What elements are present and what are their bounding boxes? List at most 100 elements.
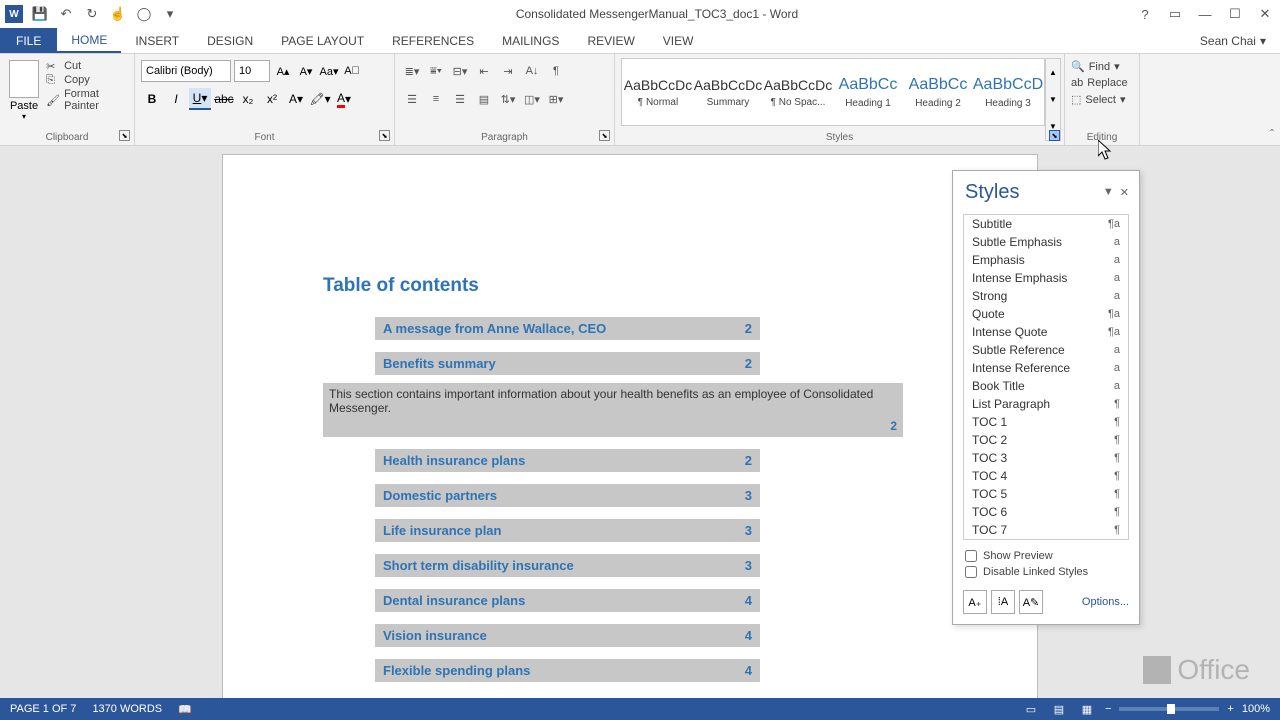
- styles-pane-item[interactable]: TOC 5¶: [964, 485, 1128, 503]
- tab-insert[interactable]: INSERT: [121, 28, 193, 53]
- save-icon[interactable]: 💾: [31, 5, 49, 23]
- styles-pane-item[interactable]: TOC 6¶: [964, 503, 1128, 521]
- qat-customize-icon[interactable]: ▾: [161, 5, 179, 23]
- tab-design[interactable]: DESIGN: [193, 28, 267, 53]
- undo-icon[interactable]: ↶: [57, 5, 75, 23]
- change-case-icon[interactable]: Aa▾: [319, 61, 339, 81]
- page-indicator[interactable]: PAGE 1 OF 7: [10, 703, 76, 716]
- font-launcher-icon[interactable]: ⬊: [379, 130, 390, 141]
- format-painter-button[interactable]: 🖌Format Painter: [46, 88, 128, 112]
- styles-options-link[interactable]: Options...: [1082, 596, 1129, 608]
- tab-home[interactable]: HOME: [57, 28, 121, 53]
- new-style-button[interactable]: A₊: [963, 590, 987, 614]
- styles-pane-item[interactable]: Book Titlea: [964, 377, 1128, 395]
- strikethrough-button[interactable]: abc: [213, 88, 235, 110]
- style-gallery-item[interactable]: AaBbCcHeading 1: [834, 61, 902, 123]
- tab-references[interactable]: REFERENCES: [378, 28, 488, 53]
- styles-pane-item[interactable]: Subtle Referencea: [964, 341, 1128, 359]
- zoom-level[interactable]: 100%: [1242, 703, 1270, 715]
- proofing-icon[interactable]: 📖: [178, 703, 192, 716]
- find-button[interactable]: 🔍Find ▾: [1071, 58, 1133, 75]
- print-layout-icon[interactable]: ▤: [1049, 701, 1069, 717]
- close-icon[interactable]: ✕: [1255, 4, 1275, 24]
- show-preview-checkbox[interactable]: Show Preview: [965, 548, 1127, 564]
- cut-button[interactable]: ✂Cut: [46, 60, 128, 72]
- align-center-icon[interactable]: ≡: [425, 88, 447, 110]
- maximize-icon[interactable]: ☐: [1225, 4, 1245, 24]
- increase-indent-icon[interactable]: ⇥: [497, 60, 519, 82]
- styles-pane-item[interactable]: TOC 7¶: [964, 521, 1128, 539]
- grow-font-icon[interactable]: A▴: [273, 61, 293, 81]
- highlight-icon[interactable]: 🖍▾: [309, 88, 331, 110]
- styles-pane-item[interactable]: TOC 3¶: [964, 449, 1128, 467]
- redo-icon[interactable]: ↻: [83, 5, 101, 23]
- styles-pane-item[interactable]: TOC 1¶: [964, 413, 1128, 431]
- styles-scroll-up-icon[interactable]: ▲: [1046, 59, 1060, 86]
- styles-pane-item[interactable]: Emphasisa: [964, 251, 1128, 269]
- align-right-icon[interactable]: ☰: [449, 88, 471, 110]
- align-left-icon[interactable]: ☰: [401, 88, 423, 110]
- styles-pane-item[interactable]: Subtitle¶a: [964, 215, 1128, 233]
- copy-button[interactable]: ⎘Copy: [46, 74, 128, 86]
- sort-icon[interactable]: A↓: [521, 60, 543, 82]
- style-gallery-item[interactable]: AaBbCcHeading 2: [904, 61, 972, 123]
- ribbon-display-icon[interactable]: ▭: [1165, 4, 1185, 24]
- bold-button[interactable]: B: [141, 88, 163, 110]
- font-size-select[interactable]: [234, 60, 270, 82]
- styles-scroll-down-icon[interactable]: ▼: [1046, 86, 1060, 113]
- borders-icon[interactable]: ⊞▾: [545, 88, 567, 110]
- qat-more-icon[interactable]: ◯: [135, 5, 153, 23]
- help-icon[interactable]: ?: [1135, 4, 1155, 24]
- tab-mailings[interactable]: MAILINGS: [488, 28, 573, 53]
- zoom-in-icon[interactable]: +: [1227, 703, 1233, 715]
- tab-file[interactable]: FILE: [0, 28, 57, 53]
- styles-pane-item[interactable]: TOC 4¶: [964, 467, 1128, 485]
- tab-review[interactable]: REVIEW: [573, 28, 648, 53]
- collapse-ribbon-icon[interactable]: ˆ: [1270, 127, 1274, 141]
- subscript-button[interactable]: x₂: [237, 88, 259, 110]
- superscript-button[interactable]: x²: [261, 88, 283, 110]
- clipboard-launcher-icon[interactable]: ⬊: [119, 130, 130, 141]
- numbering-icon[interactable]: ⩸▾: [425, 60, 447, 82]
- styles-pane-item[interactable]: Intense Quote¶a: [964, 323, 1128, 341]
- font-color-icon[interactable]: A▾: [333, 88, 355, 110]
- style-inspector-button[interactable]: ⁞A: [991, 590, 1015, 614]
- user-account[interactable]: Sean Chai ▾: [1186, 28, 1280, 53]
- paste-button[interactable]: Paste ▾: [6, 58, 42, 128]
- styles-pane-close-icon[interactable]: ✕: [1120, 186, 1129, 199]
- styles-pane-item[interactable]: List Paragraph¶: [964, 395, 1128, 413]
- zoom-slider[interactable]: [1119, 707, 1219, 711]
- styles-pane-item[interactable]: TOC 2¶: [964, 431, 1128, 449]
- paragraph-launcher-icon[interactable]: ⬊: [599, 130, 610, 141]
- styles-pane-item[interactable]: Stronga: [964, 287, 1128, 305]
- style-gallery-item[interactable]: AaBbCcDcSummary: [694, 61, 762, 123]
- justify-icon[interactable]: ▤: [473, 88, 495, 110]
- select-button[interactable]: ⬚Select ▾: [1071, 91, 1133, 108]
- shading-icon[interactable]: ◫▾: [521, 88, 543, 110]
- styles-pane-item[interactable]: Intense Referencea: [964, 359, 1128, 377]
- line-spacing-icon[interactable]: ⇅▾: [497, 88, 519, 110]
- manage-styles-button[interactable]: A✎: [1019, 590, 1043, 614]
- multilevel-list-icon[interactable]: ⊟▾: [449, 60, 471, 82]
- minimize-icon[interactable]: —: [1195, 4, 1215, 24]
- font-name-select[interactable]: [141, 60, 231, 82]
- decrease-indent-icon[interactable]: ⇤: [473, 60, 495, 82]
- show-marks-icon[interactable]: ¶: [545, 60, 567, 82]
- shrink-font-icon[interactable]: A▾: [296, 61, 316, 81]
- tab-page-layout[interactable]: PAGE LAYOUT: [267, 28, 378, 53]
- italic-button[interactable]: I: [165, 88, 187, 110]
- style-gallery-item[interactable]: AaBbCcDc¶ No Spac...: [764, 61, 832, 123]
- clear-formatting-icon[interactable]: A⃠: [342, 61, 362, 81]
- zoom-out-icon[interactable]: −: [1105, 703, 1111, 715]
- styles-launcher-icon[interactable]: ⬊: [1049, 130, 1060, 141]
- disable-linked-checkbox[interactable]: Disable Linked Styles: [965, 564, 1127, 580]
- styles-pane-item[interactable]: Quote¶a: [964, 305, 1128, 323]
- tab-view[interactable]: VIEW: [649, 28, 708, 53]
- read-mode-icon[interactable]: ▭: [1021, 701, 1041, 717]
- styles-pane-dropdown-icon[interactable]: ▼: [1103, 186, 1114, 199]
- replace-button[interactable]: abReplace: [1071, 75, 1133, 91]
- style-gallery-item[interactable]: AaBbCcDHeading 3: [974, 61, 1042, 123]
- bullets-icon[interactable]: ≣▾: [401, 60, 423, 82]
- word-count[interactable]: 1370 WORDS: [92, 703, 162, 716]
- touch-mode-icon[interactable]: ☝: [109, 5, 127, 23]
